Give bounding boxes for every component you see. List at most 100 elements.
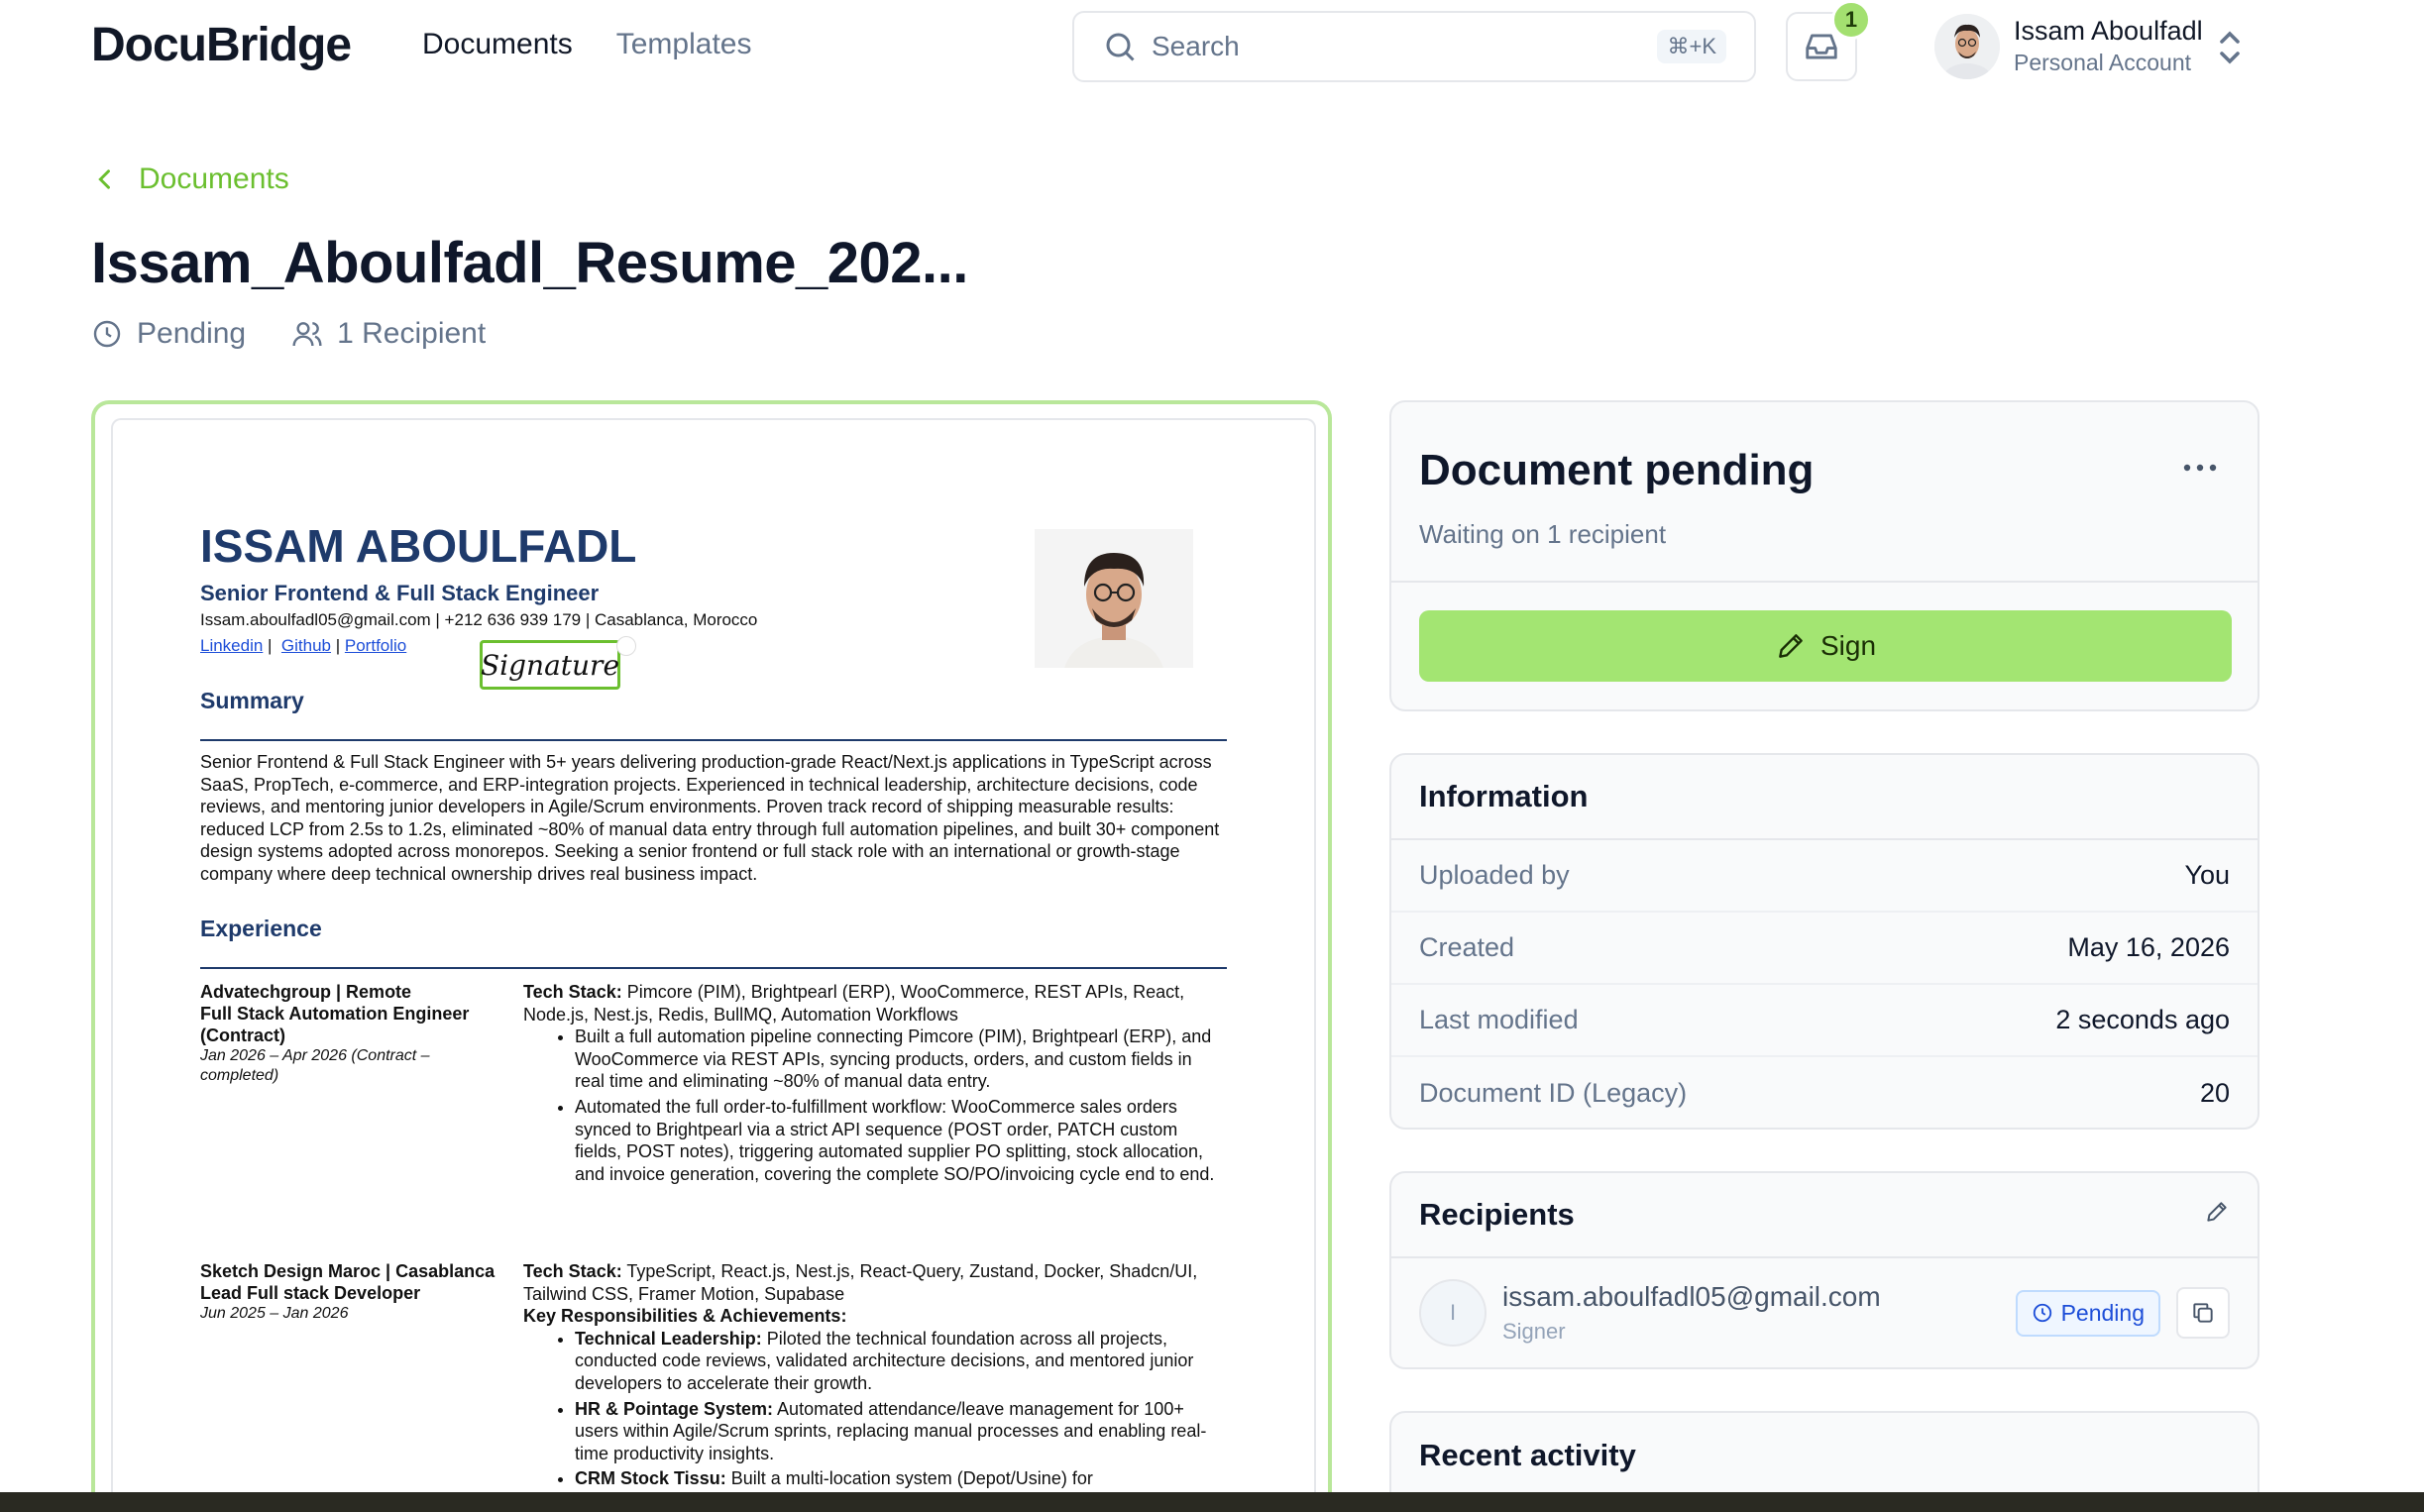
pencil-icon — [1779, 634, 1803, 658]
job-2-tech-label: Tech Stack: — [523, 1261, 622, 1281]
summary-text: Senior Frontend & Full Stack Engineer wi… — [200, 752, 1220, 884]
job-2-title: Lead Full stack Developer — [200, 1283, 421, 1303]
recipient-avatar: I — [1419, 1279, 1487, 1347]
experience-heading: Experience — [200, 916, 322, 941]
resume-links: Linkedin | Github | Portfolio — [200, 636, 407, 655]
copy-icon — [2193, 1303, 2213, 1323]
document-status-card: Document pending Waiting on 1 recipient … — [1389, 400, 2259, 711]
bullet-lead: HR & Pointage System: — [575, 1398, 774, 1419]
job-1-summary: Advatechgroup | Remote Full Stack Automa… — [200, 981, 507, 1086]
job-2-tech: TypeScript, React.js, Nest.js, React-Que… — [523, 1261, 1198, 1304]
recipient-status-badge: Pending — [2015, 1289, 2160, 1337]
job-2-summary: Sketch Design Maroc | Casablanca Lead Fu… — [200, 1260, 507, 1324]
job-1-bullets: Built a full automation pipeline connect… — [575, 1026, 1217, 1185]
document-status: Pending — [91, 317, 246, 351]
document-status-label: Pending — [137, 317, 247, 350]
job-1-tech: Pimcore (PIM), Brightpearl (ERP), WooCom… — [523, 982, 1185, 1025]
bullet-lead: Technical Leadership: — [575, 1328, 762, 1349]
summary-heading: Summary — [200, 688, 304, 713]
pencil-icon — [2207, 1202, 2227, 1222]
info-row-created: Created May 16, 2026 — [1391, 913, 2258, 985]
list-item: HR & Pointage System: Automated attendan… — [575, 1398, 1217, 1465]
recipients-heading: Recipients — [1391, 1173, 2258, 1258]
job-2-resp-heading: Key Responsibilities & Achievements: — [523, 1306, 847, 1327]
recipient-count-label: 1 Recipient — [337, 317, 487, 350]
info-label: Created — [1419, 932, 1515, 962]
search-shortcut: ⌘+K — [1657, 30, 1726, 63]
job-1-company: Advatechgroup | Remote — [200, 982, 412, 1002]
bullet-lead: CRM Stock Tissu: — [575, 1468, 726, 1489]
recent-activity-heading: Recent activity — [1391, 1413, 2258, 1498]
list-item: Built a full automation pipeline connect… — [575, 1026, 1217, 1093]
user-account-type: Personal Account — [2014, 50, 2192, 75]
recipient-email: issam.aboulfadl05@gmail.com — [1502, 1281, 1881, 1312]
info-value: You — [2184, 860, 2230, 890]
list-item: Technical Leadership: Piloted the techni… — [575, 1328, 1217, 1395]
search-input[interactable]: Search — [1152, 31, 1657, 62]
document-title: Issam_Aboulfadl_Resume_202... — [91, 231, 968, 295]
recipient-role: Signer — [1502, 1319, 1566, 1344]
information-heading-label: Information — [1419, 779, 1589, 813]
more-options-icon[interactable] — [2182, 458, 2218, 478]
copy-signing-link-button[interactable] — [2176, 1287, 2230, 1339]
information-card: Information Uploaded by You Created May 16… — [1389, 753, 2259, 1130]
list-item: Automated the full order-to-fulfillment … — [575, 1096, 1217, 1185]
signature-field-handle[interactable] — [616, 636, 636, 656]
inbox-count-badge: 1 — [1831, 0, 1871, 40]
info-value: 20 — [2199, 1078, 2230, 1108]
list-item: CRM Stock Tissu: Built a multi-location … — [575, 1467, 1217, 1490]
users-icon — [292, 322, 322, 347]
resume-link-portfolio[interactable]: Portfolio — [345, 636, 406, 655]
job-2-bullets: Technical Leadership: Piloted the techni… — [575, 1328, 1217, 1490]
status-card-subtitle: Waiting on 1 recipient — [1419, 519, 1667, 549]
resume-link-github[interactable]: Github — [281, 636, 331, 655]
document-page: ISSAM ABOULFADL Senior Frontend & Full S… — [111, 418, 1316, 1512]
inbox-button[interactable]: 1 — [1786, 0, 1871, 81]
info-row-last-modified: Last modified 2 seconds ago — [1391, 985, 2258, 1057]
recipients-card: Recipients I issam.aboulfadl05@gmail.com… — [1389, 1171, 2259, 1369]
info-label: Document ID (Legacy) — [1419, 1078, 1688, 1108]
nav-documents[interactable]: Documents — [422, 28, 573, 61]
app-logo[interactable]: DocuBridge — [91, 18, 352, 72]
status-card-divider — [1391, 581, 2258, 583]
search-bar[interactable]: Search ⌘+K — [1072, 11, 1756, 82]
recipient-row: I issam.aboulfadl05@gmail.com Signer Pen… — [1391, 1258, 2258, 1367]
edit-recipients-button[interactable] — [2204, 1197, 2230, 1233]
info-value: May 16, 2026 — [2067, 932, 2230, 962]
recipients-heading-label: Recipients — [1419, 1197, 1575, 1232]
chevron-left-icon — [98, 169, 110, 189]
resume-photo — [1035, 529, 1193, 668]
chevron-up-down-icon[interactable] — [2216, 28, 2244, 67]
sign-button-label: Sign — [1819, 630, 1877, 661]
summary-divider — [200, 739, 1227, 741]
user-name[interactable]: Issam Aboulfadl — [2014, 16, 2203, 47]
resume-role: Senior Frontend & Full Stack Engineer — [200, 581, 600, 605]
document-recipient-count: 1 Recipient — [291, 317, 486, 351]
back-to-documents-link[interactable]: Documents — [91, 162, 289, 196]
job-1-details: Tech Stack: Pimcore (PIM), Brightpearl (… — [523, 981, 1217, 1188]
search-icon — [1106, 33, 1135, 61]
main-nav: Documents Templates — [422, 28, 751, 61]
top-bar: DocuBridge Documents Templates Search ⌘+… — [0, 0, 2424, 93]
info-label: Last modified — [1419, 1005, 1579, 1034]
resume-link-linkedin[interactable]: Linkedin — [200, 636, 263, 655]
job-2-company: Sketch Design Maroc | Casablanca — [200, 1261, 496, 1281]
document-preview[interactable]: ISSAM ABOULFADL Senior Frontend & Full S… — [91, 400, 1332, 1512]
nav-templates[interactable]: Templates — [616, 28, 752, 61]
experience-divider — [200, 967, 1227, 969]
bullet-text: Built a multi-location system (Depot/Usi… — [725, 1468, 1093, 1489]
recipient-info: issam.aboulfadl05@gmail.com Signer — [1502, 1281, 2016, 1345]
info-row-uploaded-by: Uploaded by You — [1391, 840, 2258, 913]
signature-field[interactable]: Signature — [480, 640, 620, 690]
clock-icon — [2033, 1303, 2051, 1323]
job-2-details: Tech Stack: TypeScript, React.js, Nest.j… — [523, 1260, 1217, 1493]
sign-button[interactable]: Sign — [1419, 610, 2232, 682]
status-card-title: Document pending — [1419, 446, 1815, 494]
info-value: 2 seconds ago — [2055, 1005, 2230, 1034]
recipient-status-label: Pending — [2060, 1299, 2145, 1326]
job-1-title: Full Stack Automation Engineer (Contract… — [200, 1004, 470, 1045]
resume-name: ISSAM ABOULFADL — [200, 520, 637, 572]
user-avatar[interactable] — [1934, 14, 2000, 79]
inbox-icon — [1806, 34, 1837, 59]
info-label: Uploaded by — [1419, 860, 1570, 890]
